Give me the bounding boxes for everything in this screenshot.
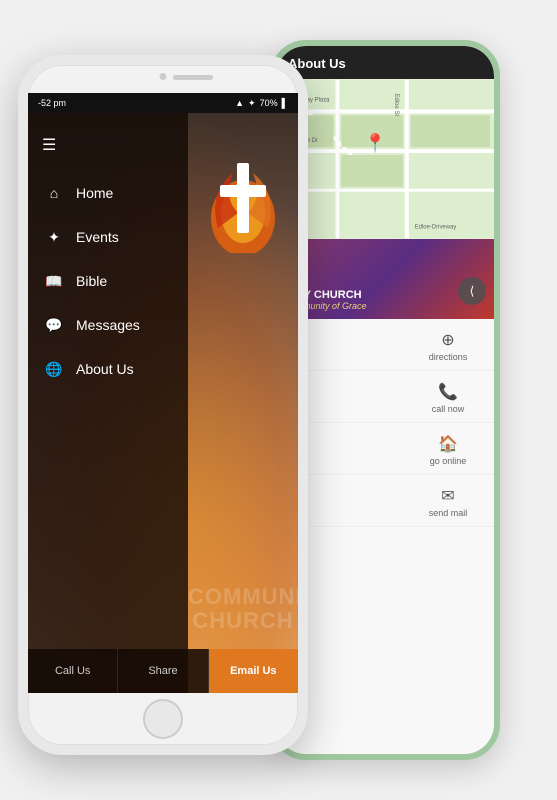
phone-front: -52 pm ▲ ✦ 70% ▌ (18, 55, 308, 755)
sidebar-messages-label: Messages (76, 317, 140, 333)
battery-icon: ▌ (282, 98, 288, 108)
share-button[interactable]: ⟨ (458, 277, 486, 305)
go-online-action[interactable]: 🏠 go online (276, 423, 494, 475)
directions-action[interactable]: ⊕ directions (276, 319, 494, 371)
sidebar-item-messages[interactable]: 💬 Messages (28, 303, 188, 347)
church-watermark-text: COMMUNITY CHURCH (188, 585, 298, 633)
sidebar-item-bible[interactable]: 📖 Bible (28, 259, 188, 303)
home-button[interactable] (143, 699, 183, 739)
sidebar-bible-label: Bible (76, 273, 107, 289)
pb-church-name: NITY CHURCH (286, 289, 484, 301)
sidebar-item-home[interactable]: ⌂ Home (28, 171, 188, 215)
directions-label: directions (423, 352, 473, 362)
pb-church-subtitle: community of Grace (286, 301, 484, 311)
status-bar: -52 pm ▲ ✦ 70% ▌ (28, 93, 298, 113)
go-online-label: go online (423, 456, 473, 466)
share-label: Share (148, 665, 177, 677)
messages-icon: 💬 (44, 315, 64, 335)
svg-text:Edloe St: Edloe St (393, 94, 399, 117)
pb-church-card: NITY CHURCH community of Grace ⟨ (276, 239, 494, 319)
directions-icon: ⊕ (436, 328, 460, 352)
call-label: call now (423, 404, 473, 414)
share-button[interactable]: Share (118, 649, 208, 693)
bible-icon: 📖 (44, 271, 64, 291)
pb-header: About Us (276, 46, 494, 79)
bluetooth-icon: ✦ (248, 98, 256, 109)
call-icon: 📞 (436, 380, 460, 404)
pf-sidebar: ☰ ⌂ Home ✦ Events 📖 Bible 💬 Messages (28, 113, 188, 693)
signal-icon: ▲ (235, 98, 244, 108)
sidebar-events-label: Events (76, 229, 119, 245)
church-logo (198, 143, 288, 253)
front-camera (160, 73, 167, 80)
go-online-icon: 🏠 (436, 432, 460, 456)
speaker (173, 75, 213, 80)
send-mail-icon: ✉ (436, 484, 460, 508)
about-us-icon: 🌐 (44, 359, 64, 379)
pf-bottom-bar: Call Us Share Email Us (28, 649, 298, 693)
send-mail-label: send mail (423, 508, 473, 518)
sidebar-item-events[interactable]: ✦ Events (28, 215, 188, 259)
phone-back-screen: About Us (276, 46, 494, 754)
church-name-church: CHURCH (188, 609, 298, 633)
battery-level: 70% (260, 98, 278, 108)
pf-content: COMMUNITY CHURCH ☰ ⌂ Home ✦ Events 📖 Bib… (28, 113, 298, 693)
svg-text:Edloe-Driveway: Edloe-Driveway (415, 224, 457, 230)
email-us-label: Email Us (230, 665, 276, 677)
call-action[interactable]: 📞 call now (276, 371, 494, 423)
status-indicators: ▲ ✦ 70% ▌ (235, 98, 288, 109)
church-name-community: COMMUNITY (188, 585, 298, 609)
pb-church-img: NITY CHURCH community of Grace (276, 239, 494, 319)
call-us-button[interactable]: Call Us (28, 649, 118, 693)
events-icon: ✦ (44, 227, 64, 247)
sidebar-home-label: Home (76, 185, 113, 201)
status-time: -52 pm (38, 98, 66, 108)
pf-screen: -52 pm ▲ ✦ 70% ▌ (28, 93, 298, 693)
pf-top-bar (28, 65, 298, 93)
map-block: Greenway Plaza City Club Dr Norfolk St E… (276, 79, 494, 239)
email-us-button[interactable]: Email Us (209, 649, 298, 693)
home-icon: ⌂ (44, 183, 64, 203)
svg-text:📍: 📍 (364, 132, 386, 153)
pb-actions: ⊕ directions 📞 call now 🏠 go online ✉ (276, 319, 494, 754)
sidebar-item-about-us[interactable]: 🌐 About Us (28, 347, 188, 391)
pb-map: Greenway Plaza City Club Dr Norfolk St E… (276, 79, 494, 239)
send-mail-action[interactable]: ✉ send mail (276, 475, 494, 527)
sidebar-about-label: About Us (76, 361, 134, 377)
hamburger-menu[interactable]: ☰ (28, 127, 188, 171)
call-us-label: Call Us (55, 665, 90, 677)
